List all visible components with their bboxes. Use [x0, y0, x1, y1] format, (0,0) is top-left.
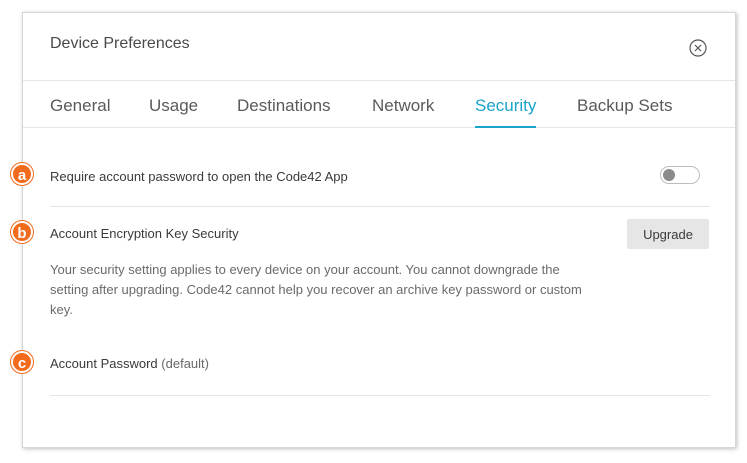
require-password-label: Require account password to open the Cod…	[50, 169, 348, 184]
dialog-title: Device Preferences	[50, 35, 190, 52]
require-password-toggle[interactable]	[660, 166, 700, 184]
encryption-description: Your security setting applies to every d…	[50, 262, 582, 317]
dialog-header: Device Preferences	[23, 13, 735, 81]
toggle-knob	[663, 169, 675, 181]
badge-a: a	[11, 163, 33, 185]
require-password-row: Require account password to open the Cod…	[50, 147, 710, 207]
tab-destinations[interactable]: Destinations	[237, 96, 331, 126]
tab-network[interactable]: Network	[372, 96, 434, 126]
tab-usage[interactable]: Usage	[149, 96, 198, 126]
tab-bar: General Usage Destinations Network Secur…	[23, 81, 735, 128]
tab-security[interactable]: Security	[475, 96, 537, 128]
account-password-label: Account Password	[50, 356, 158, 371]
account-password-row[interactable]: Account Password (default)	[50, 335, 710, 396]
upgrade-button[interactable]: Upgrade	[627, 219, 709, 249]
tab-general[interactable]: General	[50, 96, 110, 126]
device-preferences-dialog: Device Preferences General Usage Destina…	[22, 12, 736, 448]
badge-c: c	[11, 351, 33, 373]
encryption-key-label: Account Encryption Key Security	[50, 226, 239, 241]
badge-b: b	[11, 221, 33, 243]
account-password-default: (default)	[161, 356, 209, 371]
close-icon[interactable]	[689, 39, 707, 57]
tab-backup-sets[interactable]: Backup Sets	[577, 96, 672, 126]
